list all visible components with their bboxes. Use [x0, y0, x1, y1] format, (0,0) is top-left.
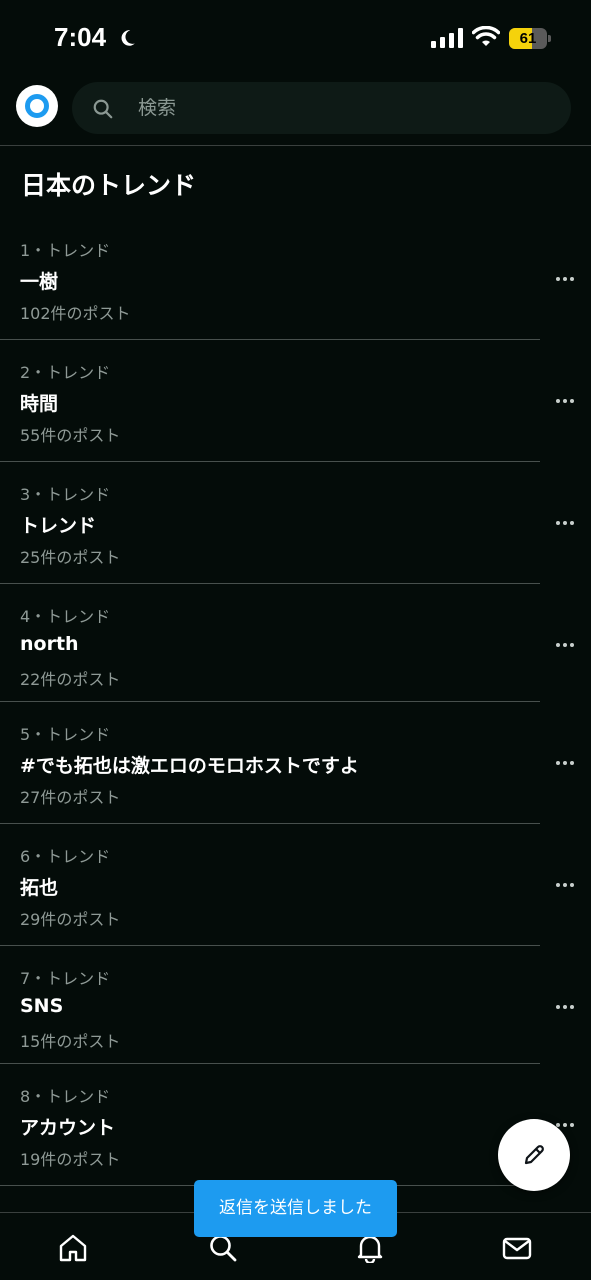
trend-item[interactable]: 1・トレンド 一樹 102件のポスト [0, 218, 591, 340]
more-options-icon[interactable] [555, 1122, 575, 1128]
search-nav-icon[interactable] [208, 1233, 238, 1263]
messages-icon[interactable] [502, 1233, 532, 1263]
trend-name: 拓也 [20, 877, 59, 899]
trend-post-count: 15件のポスト [20, 1032, 121, 1051]
trend-name: 時間 [20, 393, 59, 415]
more-options-icon[interactable] [555, 642, 575, 648]
trend-rank-label: 7・トレンド [20, 969, 111, 988]
home-icon[interactable] [58, 1233, 88, 1263]
trend-item[interactable]: 7・トレンド SNS 15件のポスト [0, 946, 591, 1064]
trend-post-count: 102件のポスト [20, 304, 131, 323]
trend-post-count: 19件のポスト [20, 1150, 121, 1169]
trend-rank-label: 8・トレンド [20, 1087, 111, 1106]
wifi-icon [472, 26, 500, 46]
trend-rank-label: 2・トレンド [20, 363, 111, 382]
trend-item[interactable]: 5・トレンド #でも拓也は激エロのモロホストですよ 27件のポスト [0, 702, 591, 824]
battery-icon: 61 [509, 28, 551, 49]
page-title: 日本のトレンド [21, 171, 197, 200]
trend-rank-label: 3・トレンド [20, 485, 111, 504]
app-logo[interactable] [16, 85, 58, 127]
trend-name: アカウント [20, 1117, 116, 1139]
search-icon [93, 99, 113, 119]
trend-post-count: 27件のポスト [20, 788, 121, 807]
trend-name: トレンド [20, 515, 97, 537]
search-bar[interactable] [72, 82, 571, 134]
trend-post-count: 25件のポスト [20, 548, 121, 567]
trend-name: north [20, 633, 79, 655]
compose-icon [524, 1145, 544, 1165]
trend-post-count: 55件のポスト [20, 426, 121, 445]
moon-icon [121, 30, 135, 46]
trend-rank-label: 1・トレンド [20, 241, 111, 260]
trend-item[interactable]: 3・トレンド トレンド 25件のポスト [0, 462, 591, 584]
trend-item[interactable]: 2・トレンド 時間 55件のポスト [0, 340, 591, 462]
trend-list: 1・トレンド 一樹 102件のポスト 2・トレンド 時間 55件のポスト 3・トレンド トレン… [0, 218, 591, 1186]
more-options-icon[interactable] [555, 1004, 575, 1010]
search-input[interactable] [138, 82, 538, 134]
trend-name: #でも拓也は激エロのモロホストですよ [20, 755, 359, 777]
trend-post-count: 29件のポスト [20, 910, 121, 929]
trend-rank-label: 6・トレンド [20, 847, 111, 866]
trend-rank-label: 4・トレンド [20, 607, 111, 626]
status-bar: 7:04 61 [0, 0, 591, 76]
battery-level: 61 [519, 30, 537, 47]
trend-item[interactable]: 4・トレンド north 22件のポスト [0, 584, 591, 702]
header [0, 80, 591, 146]
trend-item[interactable]: 6・トレンド 拓也 29件のポスト [0, 824, 591, 946]
toast-notification: 返信を送信しました [194, 1180, 397, 1237]
more-options-icon[interactable] [555, 398, 575, 404]
trend-rank-label: 5・トレンド [20, 725, 111, 744]
trend-post-count: 22件のポスト [20, 670, 121, 689]
trend-name: SNS [20, 995, 64, 1017]
signal-icon [431, 28, 463, 48]
more-options-icon[interactable] [555, 882, 575, 888]
more-options-icon[interactable] [555, 760, 575, 766]
compose-button[interactable] [498, 1119, 570, 1191]
more-options-icon[interactable] [555, 276, 575, 282]
notifications-icon[interactable] [355, 1233, 385, 1263]
more-options-icon[interactable] [555, 520, 575, 526]
trend-name: 一樹 [20, 271, 59, 293]
status-time: 7:04 [54, 22, 107, 52]
